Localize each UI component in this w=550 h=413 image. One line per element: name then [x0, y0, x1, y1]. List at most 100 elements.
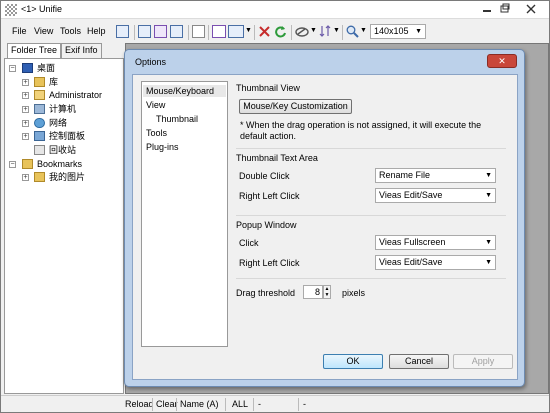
expand-icon[interactable]: + [22, 79, 29, 86]
drag-threshold-stepper[interactable]: ▲ ▼ [323, 285, 331, 299]
tree-item-label: 控制面板 [49, 131, 86, 141]
category-view[interactable]: View [146, 99, 165, 111]
collapse-icon[interactable]: − [9, 161, 16, 168]
zoom-icon[interactable] [346, 25, 359, 38]
view-mode-2-icon[interactable] [154, 25, 167, 38]
desktop-icon [22, 63, 33, 73]
recycle-bin-icon [34, 145, 45, 155]
section-title-thumbnail-text-area: Thumbnail Text Area [236, 153, 318, 163]
popup-click-action-value: Vieas Fullscreen [379, 237, 446, 247]
thumbnail-size-select[interactable]: 140x105 ▼ [370, 24, 426, 39]
ok-button[interactable]: OK [323, 354, 383, 369]
frame-icon[interactable] [212, 25, 226, 38]
comment-icon[interactable] [192, 25, 205, 38]
section-title-popup-window: Popup Window [236, 220, 297, 230]
dialog-close-button[interactable]: ✕ [487, 54, 517, 68]
status-separator [152, 398, 153, 411]
category-thumbnail[interactable]: Thumbnail [156, 113, 198, 125]
mouse-key-customization-button[interactable]: Mouse/Key Customization [239, 99, 352, 114]
tree-item-my-pictures[interactable]: + 我的图片 [22, 171, 122, 184]
rotate-icon[interactable] [295, 25, 309, 38]
tree-item-label: 网络 [49, 118, 68, 128]
reload-button[interactable]: Reload [125, 399, 154, 409]
menu-file[interactable]: File [12, 26, 27, 36]
restore-icon [500, 3, 510, 13]
menu-bar: File View Tools Help [1, 20, 116, 40]
section-divider [236, 278, 506, 279]
status-separator [298, 398, 299, 411]
options-dialog: Options ✕ Mouse/Keyboard View Thumbnail … [124, 49, 525, 387]
tree-item-label: 计算机 [49, 104, 77, 114]
chevron-down-icon[interactable]: ▼ [245, 27, 252, 34]
toolbar-separator [291, 25, 292, 40]
status-field-2: - [303, 399, 306, 409]
tab-exif-info[interactable]: Exif Info [61, 43, 102, 58]
toolbar-separator [188, 25, 189, 40]
double-click-action-select[interactable]: Rename File ▼ [375, 168, 496, 183]
toolbar: ▼ ▼ ▼ ▼ 140x105 ▼ [114, 20, 549, 44]
chevron-down-icon[interactable]: ▼ [310, 27, 317, 34]
drag-threshold-input[interactable]: 8 [303, 285, 323, 299]
panel-dropdown-icon[interactable] [228, 25, 244, 38]
tree-item-bookmarks[interactable]: − Bookmarks [9, 158, 119, 171]
tree-item-recycle-bin[interactable]: 回收站 [22, 144, 122, 157]
tree-item-administrator[interactable]: + Administrator [22, 89, 122, 102]
chevron-down-icon[interactable]: ▼ [333, 27, 340, 34]
section-divider [236, 148, 506, 149]
tree-item-library[interactable]: + 库 [22, 76, 122, 89]
category-tools[interactable]: Tools [146, 127, 167, 139]
cancel-button[interactable]: Cancel [389, 354, 449, 369]
tree-item-label: 桌面 [37, 63, 56, 73]
category-mouse-keyboard[interactable]: Mouse/Keyboard [143, 85, 226, 97]
chevron-down-icon: ▼ [485, 239, 492, 246]
view-mode-1-icon[interactable] [138, 25, 151, 38]
tree-item-computer[interactable]: + 计算机 [22, 103, 122, 116]
status-separator [225, 398, 226, 411]
status-field-1: - [258, 399, 261, 409]
expand-icon[interactable]: + [22, 106, 29, 113]
dialog-body: Mouse/Keyboard View Thumbnail Tools Plug… [132, 74, 518, 380]
category-plug-ins[interactable]: Plug-ins [146, 141, 179, 153]
maximize-button[interactable] [496, 3, 514, 15]
expand-icon[interactable]: + [22, 92, 29, 99]
expand-icon[interactable]: + [22, 174, 29, 181]
sort-order-label[interactable]: Name (A) [180, 399, 219, 409]
toolbar-separator [208, 25, 209, 40]
status-separator [176, 398, 177, 411]
category-list: Mouse/Keyboard View Thumbnail Tools Plug… [141, 81, 228, 347]
expand-icon[interactable]: + [22, 120, 29, 127]
view-mode-3-icon[interactable] [170, 25, 183, 38]
right-left-click-action-select[interactable]: Vieas Edit/Save ▼ [375, 188, 496, 203]
tree-item-network[interactable]: + 网络 [22, 117, 122, 130]
menu-help[interactable]: Help [87, 26, 106, 36]
collapse-icon[interactable]: − [9, 65, 16, 72]
clear-button[interactable]: Clear [156, 399, 178, 409]
filter-label[interactable]: ALL [232, 399, 248, 409]
drag-operation-note: * When the drag operation is not assigne… [240, 120, 482, 141]
left-panel-tabs: Folder Tree Exif Info [4, 43, 124, 59]
folder-icon [34, 77, 45, 87]
layout-icon[interactable] [116, 25, 129, 38]
tab-folder-tree[interactable]: Folder Tree [7, 43, 62, 59]
chevron-down-icon[interactable]: ▼ [360, 27, 367, 34]
apply-button[interactable]: Apply [453, 354, 513, 369]
toolbar-separator [254, 25, 255, 40]
tree-item-label: 库 [49, 77, 59, 87]
popup-right-left-click-action-select[interactable]: Vieas Edit/Save ▼ [375, 255, 496, 270]
menu-tools[interactable]: Tools [60, 26, 81, 36]
decrement-icon[interactable]: ▼ [324, 292, 330, 298]
user-folder-icon [34, 90, 45, 100]
status-separator [253, 398, 254, 411]
menu-view[interactable]: View [34, 26, 53, 36]
chevron-down-icon: ▼ [485, 259, 492, 266]
popup-click-action-select[interactable]: Vieas Fullscreen ▼ [375, 235, 496, 250]
minimize-button[interactable] [478, 3, 496, 15]
tree-item-desktop[interactable]: − 桌面 [9, 62, 119, 75]
tree-item-control-panel[interactable]: + 控制面板 [22, 130, 122, 143]
close-window-button[interactable] [518, 3, 544, 15]
refresh-icon[interactable] [274, 25, 287, 38]
delete-icon[interactable] [258, 25, 271, 38]
status-bar: Reload Clear Name (A) ALL - - [1, 395, 549, 412]
expand-icon[interactable]: + [22, 133, 29, 140]
sort-icon[interactable] [319, 25, 331, 38]
